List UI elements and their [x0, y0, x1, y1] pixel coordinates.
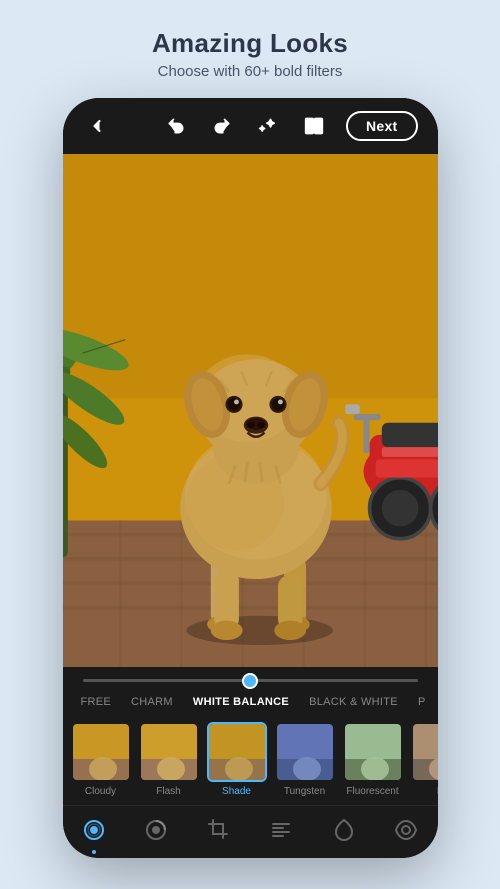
bottom-nav	[63, 805, 438, 858]
toolbar-left	[83, 112, 111, 140]
compare-button[interactable]	[300, 112, 328, 140]
slider-thumb[interactable]	[242, 673, 258, 689]
adjust-icon	[144, 818, 168, 842]
nav-item-healing[interactable]	[322, 816, 366, 844]
slider-row	[63, 667, 438, 690]
filter-tab-charm[interactable]: CHARM	[121, 690, 183, 714]
filter-item-cloudy[interactable]: Cloudy	[67, 720, 135, 799]
photo-area	[63, 154, 438, 667]
page-header: Amazing Looks Choose with 60+ bold filte…	[132, 0, 368, 98]
nav-item-adjust[interactable]	[134, 816, 178, 844]
filter-tabs: FREE CHARM WHITE BALANCE BLACK & WHITE P	[63, 690, 438, 714]
filter-label-d: D	[437, 786, 438, 797]
filter-thumb-flash	[139, 722, 199, 782]
next-button[interactable]: Next	[346, 111, 418, 141]
filter-item-flash[interactable]: Flash	[135, 720, 203, 799]
filter-label-shade: Shade	[222, 786, 251, 797]
slider-fill-left	[83, 679, 251, 682]
filter-thumb-cloudy	[71, 722, 131, 782]
filter-label-flash: Flash	[156, 786, 180, 797]
filter-thumb-fluorescent	[343, 722, 403, 782]
undo-button[interactable]	[162, 112, 190, 140]
tools-icon	[269, 818, 293, 842]
filter-thumbnails: Cloudy Flash	[63, 714, 438, 805]
filter-label-fluorescent: Fluorescent	[346, 786, 398, 797]
filter-label-cloudy: Cloudy	[85, 786, 116, 797]
page-title: Amazing Looks	[152, 28, 348, 59]
filter-label-tungsten: Tungsten	[284, 786, 325, 797]
nav-item-crop[interactable]	[197, 816, 241, 844]
phone-screen: Next	[63, 98, 438, 858]
nav-item-filters[interactable]	[72, 816, 116, 844]
redo-button[interactable]	[208, 112, 236, 140]
magic-button[interactable]	[254, 112, 282, 140]
toolbar: Next	[63, 98, 438, 154]
slider-track[interactable]	[83, 679, 418, 682]
view-icon	[394, 818, 418, 842]
toolbar-icons: Next	[162, 111, 418, 141]
filter-tab-free[interactable]: FREE	[71, 690, 122, 714]
filter-item-shade[interactable]: Shade	[203, 720, 271, 799]
photo-scene	[63, 154, 438, 667]
filter-item-d[interactable]: D	[407, 720, 438, 799]
nav-item-tools[interactable]	[259, 816, 303, 844]
filter-thumb-shade	[207, 722, 267, 782]
filter-tab-p[interactable]: P	[408, 690, 436, 714]
back-button[interactable]	[83, 112, 111, 140]
healing-icon	[332, 818, 356, 842]
filter-thumb-tungsten	[275, 722, 335, 782]
slider-fill-right	[250, 679, 418, 682]
bottom-controls: FREE CHARM WHITE BALANCE BLACK & WHITE P	[63, 667, 438, 858]
nav-item-view[interactable]	[384, 816, 428, 844]
filter-item-tungsten[interactable]: Tungsten	[271, 720, 339, 799]
filter-item-fluorescent[interactable]: Fluorescent	[339, 720, 407, 799]
filters-icon	[82, 818, 106, 842]
filter-tab-black-white[interactable]: BLACK & WHITE	[299, 690, 408, 714]
filter-thumb-d	[411, 722, 438, 782]
filter-tab-white-balance[interactable]: WHITE BALANCE	[183, 690, 299, 714]
page-subtitle: Choose with 60+ bold filters	[152, 63, 348, 80]
phone-frame: Next	[63, 98, 438, 858]
crop-icon	[207, 818, 231, 842]
